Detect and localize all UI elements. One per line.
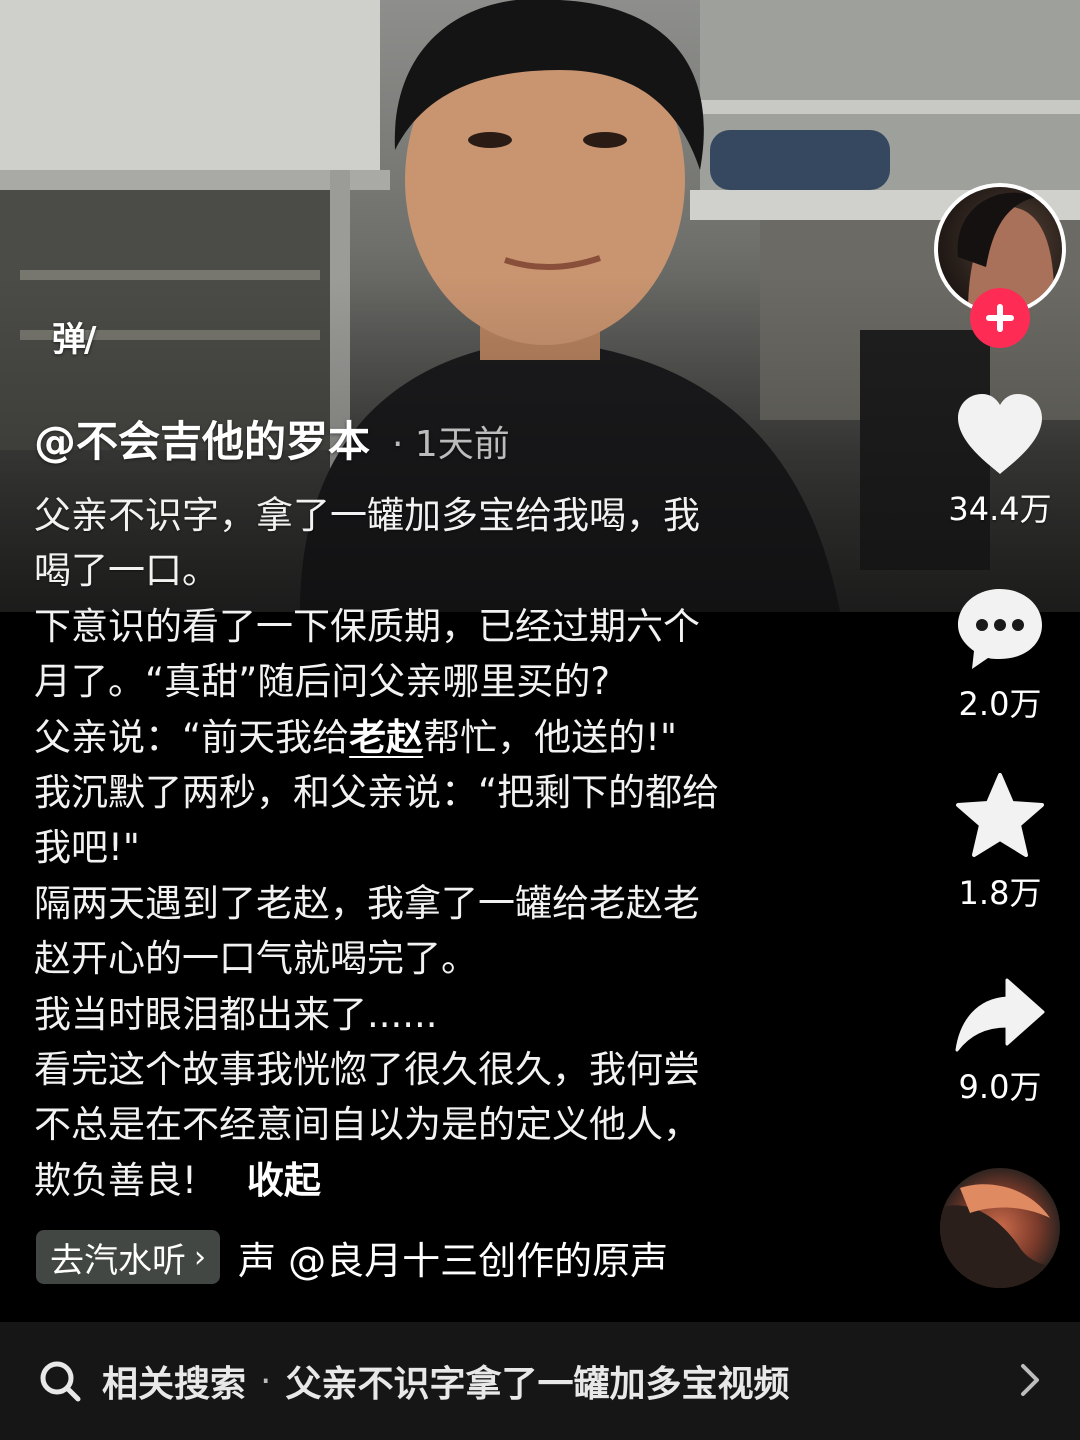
caption-line: 下意识的看了一下保质期，已经过期六个 (34, 604, 700, 648)
music-row: 去汽水听 › 声 @良月十三创作的原声 (36, 1230, 676, 1284)
music-title-marquee[interactable]: 声 @良月十三创作的原声 (238, 1230, 668, 1284)
video-caption[interactable]: 父亲不识字，拿了一罐加多宝给我喝，我 喝了一口。 下意识的看了一下保质期，已经过… (34, 488, 824, 1208)
caption-text: 父亲说：“前天我给 (34, 715, 350, 759)
caption-line: 月了。“真甜”随后问父亲哪里买的? (34, 660, 610, 704)
comment-count: 2.0万 (958, 685, 1042, 723)
post-time: · 1天前 (392, 424, 510, 465)
chevron-right-icon: › (194, 1239, 206, 1275)
music-cover-image (940, 1184, 1060, 1288)
heart-icon (958, 394, 1042, 474)
caption-line: 隔两天遇到了老赵，我拿了一罐给老赵老 (34, 881, 700, 925)
favorite-count: 1.8万 (958, 874, 1042, 912)
related-search-bar[interactable]: 相关搜索 · 父亲不识字拿了一罐加多宝视频 (0, 1322, 1080, 1440)
caption-line: 我沉默了两秒，和父亲说：“把剩下的都给 (34, 771, 720, 815)
caption-line: 不总是在不经意间自以为是的定义他人， (34, 1103, 700, 1147)
share-icon (955, 978, 1045, 1052)
caption-line: 赵开心的一口气就喝完了。 (34, 937, 478, 981)
caption-line: 欺负善良! 收起 (34, 1153, 824, 1208)
caption-line: 我当时眼泪都出来了...... (34, 992, 438, 1036)
action-rail: 34.4万 2.0万 1.8万 9.0万 (930, 0, 1070, 1300)
search-icon (40, 1361, 81, 1402)
open-in-qishui-button[interactable]: 去汽水听 › (36, 1230, 220, 1284)
follow-plus-icon (986, 304, 1014, 332)
star-icon (956, 773, 1044, 857)
caption-text: 欺负善良! (34, 1158, 197, 1202)
like-button[interactable]: 34.4万 (930, 392, 1070, 530)
comment-button[interactable]: 2.0万 (930, 585, 1070, 725)
caption-line: 父亲说：“前天我给老赵帮忙，他送的!" (34, 710, 824, 765)
chevron-right-icon (1021, 1364, 1039, 1396)
separator-dot: · (260, 1360, 272, 1402)
author-handle[interactable]: @不会吉他的罗本 (34, 408, 370, 469)
favorite-button[interactable]: 1.8万 (930, 772, 1070, 914)
caption-mention[interactable]: 老赵 (349, 716, 423, 759)
comment-icon (958, 589, 1042, 669)
collapse-button[interactable]: 收起 (247, 1159, 321, 1202)
like-count: 34.4万 (948, 490, 1052, 528)
danmaku-toggle[interactable]: 弹/ (52, 312, 97, 361)
video-feed-screen: 弹/ @不会吉他的罗本 · 1天前 父亲不识字，拿了一罐加多宝给我喝，我 喝了一… (0, 0, 1080, 1440)
share-count: 9.0万 (958, 1068, 1042, 1106)
caption-line: 看完这个故事我恍惚了很久很久，我何尝 (34, 1048, 700, 1092)
music-disc[interactable] (940, 1168, 1060, 1288)
related-search-query: 父亲不识字拿了一罐加多宝视频 (285, 1364, 790, 1405)
open-in-qishui-label: 去汽水听 (50, 1240, 186, 1281)
caption-line: 喝了一口。 (34, 549, 219, 593)
caption-line: 父亲不识字，拿了一罐加多宝给我喝，我 (34, 494, 700, 537)
related-search-label: 相关搜索 (102, 1364, 247, 1405)
follow-button[interactable] (970, 288, 1030, 348)
share-button[interactable]: 9.0万 (930, 976, 1070, 1108)
danmaku-icon: 弹 (52, 320, 86, 360)
author-line: @不会吉他的罗本 · 1天前 (34, 408, 510, 469)
danmaku-slash-icon: / (84, 320, 97, 360)
caption-line: 我吧!" (34, 826, 140, 870)
caption-text: 帮忙，他送的!" (423, 715, 678, 759)
